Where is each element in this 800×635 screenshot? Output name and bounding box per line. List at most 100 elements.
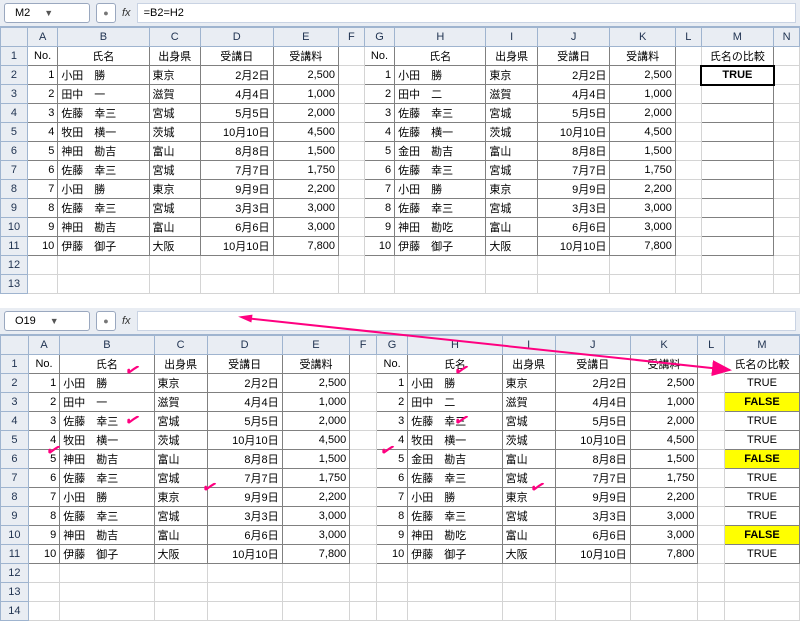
formula-input[interactable] (137, 311, 796, 331)
cell[interactable] (610, 275, 676, 294)
cell[interactable] (350, 507, 377, 526)
cell[interactable] (724, 583, 799, 602)
cell[interactable]: 佐藤 幸三 (395, 161, 486, 180)
cell[interactable]: 1,500 (273, 142, 339, 161)
cell[interactable] (630, 602, 698, 621)
cell[interactable]: 宮城 (486, 161, 537, 180)
column-header[interactable]: D (207, 336, 282, 355)
cell[interactable]: 富山 (502, 526, 555, 545)
cell[interactable]: 1,000 (610, 85, 676, 104)
cell[interactable]: 受講日 (207, 355, 282, 374)
cell[interactable]: 5 (27, 142, 57, 161)
cell[interactable] (774, 66, 800, 85)
result-cell[interactable]: TRUE (724, 469, 799, 488)
cell[interactable]: 受講料 (273, 47, 339, 66)
cell[interactable]: 10月10日 (537, 123, 610, 142)
cell[interactable]: 東京 (149, 66, 200, 85)
cell[interactable]: 7月7日 (555, 469, 630, 488)
cell[interactable]: 2,200 (282, 488, 350, 507)
cell[interactable]: 大阪 (154, 545, 207, 564)
cell[interactable] (675, 66, 701, 85)
cell[interactable] (537, 275, 610, 294)
cell[interactable] (675, 256, 701, 275)
cell[interactable] (701, 256, 774, 275)
cell[interactable]: 2,000 (282, 412, 350, 431)
cell[interactable]: 茨城 (486, 123, 537, 142)
cell[interactable]: 金田 勘吉 (395, 142, 486, 161)
cell[interactable] (350, 526, 377, 545)
cell[interactable] (339, 104, 365, 123)
cell[interactable]: 8月8日 (201, 142, 274, 161)
cell[interactable] (555, 564, 630, 583)
cell[interactable] (774, 142, 800, 161)
cell[interactable]: 佐藤 幸三 (395, 199, 486, 218)
cell[interactable]: 滋賀 (486, 85, 537, 104)
column-header[interactable]: M (701, 28, 774, 47)
cell[interactable]: 5 (376, 450, 407, 469)
cell[interactable]: 4月4日 (207, 393, 282, 412)
cell[interactable] (201, 256, 274, 275)
cell[interactable]: 4,500 (282, 431, 350, 450)
cell[interactable]: 4 (28, 431, 59, 450)
cell[interactable] (27, 256, 57, 275)
cell[interactable] (339, 142, 365, 161)
cell[interactable] (376, 602, 407, 621)
result-cell[interactable]: TRUE (724, 412, 799, 431)
cell[interactable] (350, 431, 377, 450)
cell[interactable]: 2,200 (630, 488, 698, 507)
cell[interactable]: 神田 勘吉 (60, 450, 154, 469)
cell[interactable]: 7,800 (282, 545, 350, 564)
cell[interactable]: 宮城 (502, 507, 555, 526)
cell[interactable]: 10月10日 (201, 123, 274, 142)
column-header[interactable]: K (630, 336, 698, 355)
cell[interactable]: 10 (376, 545, 407, 564)
cell[interactable] (610, 256, 676, 275)
cell[interactable]: 茨城 (502, 431, 555, 450)
cell[interactable]: 佐藤 幸三 (58, 199, 149, 218)
cell[interactable]: 9 (27, 218, 57, 237)
cell[interactable] (395, 275, 486, 294)
cell[interactable]: 牧田 横一 (60, 431, 154, 450)
cell[interactable]: 3,000 (273, 218, 339, 237)
cell[interactable]: 富山 (486, 142, 537, 161)
row-header[interactable]: 7 (1, 161, 28, 180)
cell[interactable]: 10月10日 (555, 431, 630, 450)
cell[interactable]: 5 (364, 142, 394, 161)
cell[interactable] (502, 602, 555, 621)
row-header[interactable]: 10 (1, 218, 28, 237)
cell[interactable] (207, 602, 282, 621)
cell[interactable]: 8月8日 (537, 142, 610, 161)
cell[interactable]: 受講料 (282, 355, 350, 374)
result-cell[interactable] (701, 142, 774, 161)
result-cell[interactable]: TRUE (701, 66, 774, 85)
column-header[interactable]: H (408, 336, 502, 355)
cell[interactable]: 神田 勘吉 (58, 142, 149, 161)
cell[interactable]: 滋賀 (149, 85, 200, 104)
cell[interactable]: 茨城 (154, 431, 207, 450)
result-cell[interactable]: FALSE (724, 393, 799, 412)
cell[interactable] (675, 85, 701, 104)
result-header[interactable]: 氏名の比較 (701, 47, 774, 66)
cell[interactable]: 氏名 (408, 355, 502, 374)
cell[interactable] (339, 275, 365, 294)
cell[interactable]: 受講日 (201, 47, 274, 66)
row-header[interactable]: 2 (1, 374, 29, 393)
cell[interactable] (350, 355, 377, 374)
cell[interactable]: 大阪 (149, 237, 200, 256)
row-header[interactable]: 12 (1, 256, 28, 275)
row-header[interactable]: 5 (1, 123, 28, 142)
cell[interactable] (698, 431, 725, 450)
cell[interactable]: 1 (28, 374, 59, 393)
cell[interactable]: 1 (376, 374, 407, 393)
cell[interactable]: 宮城 (154, 469, 207, 488)
cell[interactable]: 9月9日 (555, 488, 630, 507)
cell[interactable]: 5月5日 (537, 104, 610, 123)
cell[interactable]: 東京 (154, 374, 207, 393)
cell[interactable] (339, 85, 365, 104)
cell[interactable]: 9月9日 (207, 488, 282, 507)
column-header[interactable]: L (698, 336, 725, 355)
cell[interactable]: 2,000 (610, 104, 676, 123)
column-header[interactable]: C (149, 28, 200, 47)
cell[interactable]: 2 (376, 393, 407, 412)
cell[interactable]: 4月4日 (555, 393, 630, 412)
